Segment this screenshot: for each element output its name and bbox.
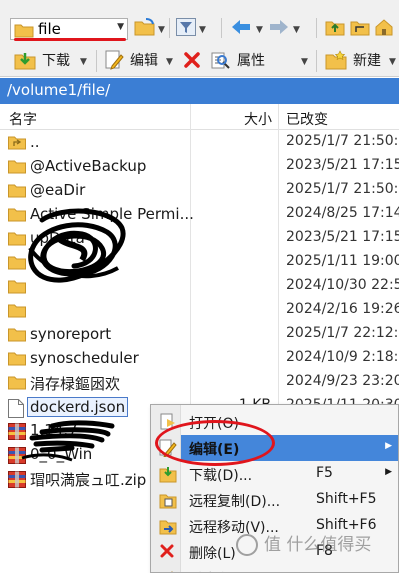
toolbar-separator (221, 18, 222, 38)
home-icon[interactable] (374, 18, 394, 36)
folder-open-icon[interactable] (134, 17, 156, 37)
file-row[interactable]: 涓存椂鏂囦欢 2024/9/23 23:20 (0, 371, 399, 395)
download-label: 下载 (42, 53, 70, 69)
redaction-scribble (21, 420, 115, 462)
context-menu-item-shortcut: F5 (316, 465, 333, 481)
redaction-scribble (28, 208, 126, 283)
context-menu-item-label: 删除(L) (189, 546, 236, 562)
delete-icon[interactable] (183, 51, 201, 69)
chevron-down-icon[interactable]: ▼ (158, 25, 165, 35)
file-modified: 2023/5/21 17:15 (286, 157, 399, 173)
folder-icon (8, 375, 26, 394)
properties-label: 属性 (237, 53, 265, 69)
root-folder-icon[interactable] (350, 18, 370, 36)
edit-label: 编辑 (130, 53, 158, 69)
folder-icon (8, 159, 26, 178)
file-modified: 2025/1/7 22:12: (286, 325, 399, 341)
path-combo[interactable]: file ▼ (10, 18, 128, 40)
file-modified: 2024/10/9 2:18: (286, 349, 399, 365)
download-button[interactable]: 下载 (14, 49, 70, 71)
toolbar-separator (169, 18, 170, 38)
download-icon (159, 465, 177, 487)
parent-folder-icon[interactable] (325, 18, 345, 36)
file-modified: 2024/2/16 19:26 (286, 301, 399, 317)
file-row[interactable]: synoscheduler 2024/10/9 2:18: (0, 347, 399, 371)
column-header-size[interactable]: 大小 (244, 109, 272, 129)
context-menu-item[interactable]: 远程复制(D)... Shift+F5 (151, 487, 398, 513)
file-row[interactable]: synoreport 2025/1/7 22:12: (0, 323, 399, 347)
delete-icon (159, 543, 175, 563)
chevron-down-icon[interactable]: ▼ (389, 57, 396, 67)
archive-icon (8, 471, 26, 492)
watermark: 值 什么值得买 (236, 530, 371, 556)
context-menu-item-label: 远程复制(D)... (189, 494, 281, 510)
file-modified: 2024/9/23 23:20 (286, 373, 399, 389)
red-annotation-circle (155, 420, 275, 466)
watermark-text: 值 什么值得买 (264, 535, 372, 555)
current-path-bar: /volume1/file/ (0, 78, 399, 104)
file-name: 涓存椂鏂囦欢 (30, 375, 121, 393)
context-menu-item-shortcut: Shift+F5 (316, 491, 377, 507)
folder-icon (8, 183, 26, 202)
toolbar-separator (316, 50, 317, 72)
context-menu-item-label: 下载(D)... (189, 468, 253, 484)
submenu-arrow-icon: ▶ (385, 441, 392, 451)
file-name: dockerd.json (27, 397, 129, 417)
file-modified: 2024/10/30 22:5 (286, 277, 399, 293)
file-row[interactable]: .. 2025/1/7 21:50: (0, 131, 399, 155)
red-annotation-underline (14, 38, 126, 41)
file-name: 瑁呮満宸ュ叿.zip (30, 471, 147, 489)
file-name: synoreport (30, 325, 112, 343)
chevron-down-icon[interactable]: ▼ (80, 57, 87, 67)
chevron-down-icon[interactable]: ▼ (256, 25, 263, 35)
watermark-logo-icon (236, 534, 258, 556)
path-combo-value: file (38, 20, 61, 38)
file-name: @eaDir (30, 181, 86, 199)
chevron-down-icon[interactable]: ▼ (117, 22, 124, 32)
filter-icon[interactable] (176, 18, 196, 36)
folder-icon (8, 327, 26, 346)
file-name: @ActiveBackup (30, 157, 147, 175)
column-header-modified[interactable]: 已改变 (286, 109, 328, 129)
folder-icon (8, 303, 26, 322)
chevron-down-icon[interactable]: ▼ (301, 57, 308, 67)
context-menu-item[interactable]: 下载(D)... F5 ▶ (151, 461, 398, 487)
remote-move-icon (159, 517, 177, 539)
forward-arrow-icon[interactable] (269, 19, 289, 35)
chevron-down-icon[interactable]: ▼ (166, 57, 173, 67)
properties-button[interactable]: 属性 (211, 49, 265, 71)
chevron-down-icon[interactable]: ▼ (199, 25, 206, 35)
edit-button[interactable]: 编辑 (104, 49, 158, 71)
file-modified: 2023/5/21 17:15 (286, 229, 399, 245)
new-button[interactable]: 新建 (325, 49, 381, 71)
edit-icon (105, 50, 124, 70)
chevron-down-icon[interactable]: ▼ (293, 25, 300, 35)
context-menu-item[interactable]: 重命名(R) (151, 565, 398, 572)
column-header-name[interactable]: 名字 (9, 109, 37, 129)
back-arrow-icon[interactable] (231, 19, 251, 35)
new-icon (325, 50, 347, 70)
file-modified: 2024/8/25 17:14 (286, 205, 399, 221)
submenu-arrow-icon: ▶ (385, 467, 392, 477)
context-menu-item-label: 重命名(R) (189, 569, 252, 572)
toolbar-separator (316, 18, 317, 38)
toolbar-separator (96, 50, 97, 72)
parent-folder-icon (8, 135, 26, 154)
file-list-header: 名字 大小 已改变 (0, 104, 399, 130)
properties-icon (211, 52, 230, 69)
file-name: .. (30, 133, 40, 151)
remote-copy-icon (159, 491, 177, 513)
download-icon (14, 53, 36, 70)
rename-icon (159, 569, 177, 572)
file-modified: 2025/1/7 21:50: (286, 133, 399, 149)
file-row[interactable]: @eaDir 2025/1/7 21:50: (0, 179, 399, 203)
file-modified: 2025/1/7 21:50: (286, 181, 399, 197)
folder-icon (8, 351, 26, 370)
file-modified: 2025/1/11 19:00 (286, 253, 399, 269)
file-name: synoscheduler (30, 349, 139, 367)
file-row[interactable]: 2024/2/16 19:26 (0, 299, 399, 323)
new-label: 新建 (353, 53, 381, 69)
file-row[interactable]: @ActiveBackup 2023/5/21 17:15 (0, 155, 399, 179)
